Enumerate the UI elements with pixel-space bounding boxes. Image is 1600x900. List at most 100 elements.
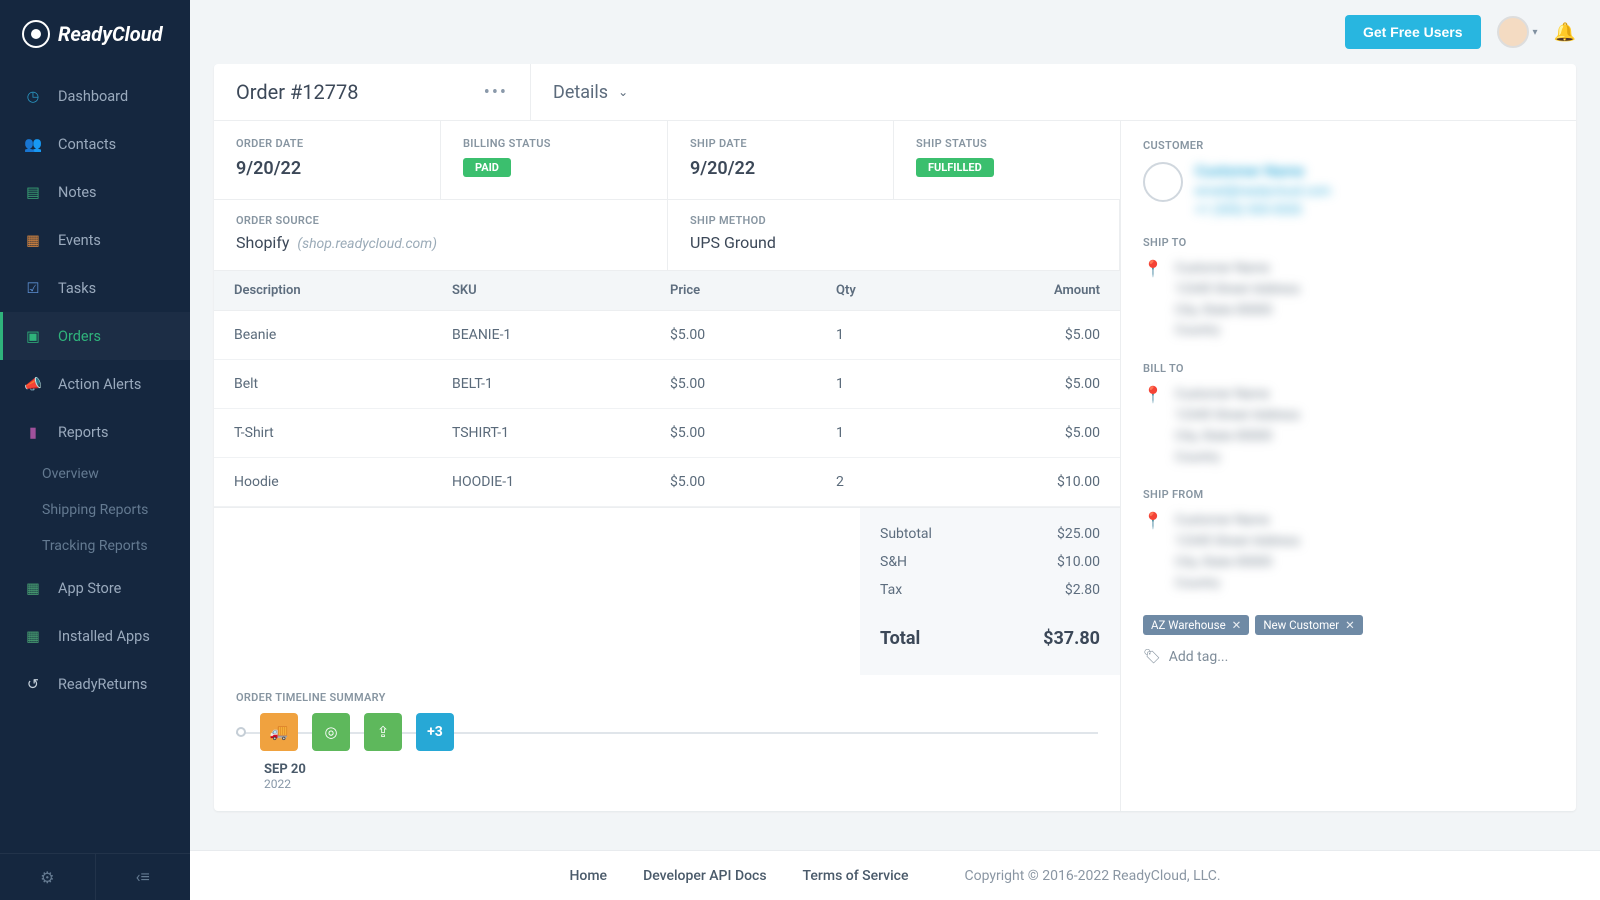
gauge-icon: ◷ — [24, 87, 42, 105]
cell-amount: $5.00 — [950, 360, 1120, 409]
customer-email[interactable]: email@readycloud.com — [1195, 184, 1554, 199]
avatar — [1497, 16, 1529, 48]
th-sku: SKU — [432, 271, 650, 311]
nav-dashboard[interactable]: ◷ Dashboard — [0, 72, 190, 120]
ship-date-value: 9/20/22 — [690, 158, 871, 179]
order-more-button[interactable]: ••• — [484, 82, 508, 103]
logo[interactable]: ReadyCloud — [0, 0, 190, 72]
truck-icon: 🚚 — [270, 723, 289, 741]
brand-text: ReadyCloud — [58, 22, 163, 46]
cell-sku: BELT-1 — [432, 360, 650, 409]
nav-contacts[interactable]: 👥 Contacts — [0, 120, 190, 168]
cell-price: $5.00 — [650, 360, 816, 409]
user-menu[interactable]: ▾ — [1497, 16, 1538, 48]
line-items-table: Description SKU Price Qty Amount Beanie … — [214, 271, 1120, 507]
customer-label: CUSTOMER — [1143, 139, 1554, 152]
footer: Home Developer API Docs Terms of Service… — [190, 850, 1600, 900]
cell-price: $5.00 — [650, 311, 816, 360]
nav-orders[interactable]: ▣ Orders — [0, 312, 190, 360]
th-description: Description — [214, 271, 432, 311]
cell-qty: 1 — [816, 409, 950, 458]
cell-desc: Beanie — [214, 311, 432, 360]
pin-icon: 📍 — [1143, 259, 1163, 342]
th-qty: Qty — [816, 271, 950, 311]
nav-action-alerts[interactable]: 📣 Action Alerts — [0, 360, 190, 408]
calendar-icon: ▦ — [24, 231, 42, 249]
timeline-payment-event[interactable]: ◎ — [312, 713, 350, 751]
customer-avatar — [1143, 162, 1183, 202]
shipto-address: Customer Name 12345 Street Address City,… — [1175, 259, 1300, 342]
pin-icon: 📍 — [1143, 385, 1163, 468]
clipboard-icon: ▤ — [24, 183, 42, 201]
timeline-more-events[interactable]: +3 — [416, 713, 454, 751]
timeline-delivery-event[interactable]: ⇪ — [364, 713, 402, 751]
nav-reports-overview[interactable]: Overview — [0, 456, 190, 492]
nav-notes[interactable]: ▤ Notes — [0, 168, 190, 216]
topbar: Get Free Users ▾ 🔔 — [190, 0, 1600, 64]
sidebar: ReadyCloud ◷ Dashboard 👥 Contacts ▤ Note… — [0, 0, 190, 900]
settings-button[interactable]: ⚙ — [0, 854, 95, 900]
tax-value: $2.80 — [1065, 582, 1100, 598]
cell-desc: Belt — [214, 360, 432, 409]
gear-icon: ⚙ — [40, 868, 54, 887]
grid-icon: ▦ — [24, 579, 42, 597]
notifications-button[interactable]: 🔔 — [1554, 22, 1576, 43]
tag-remove-button[interactable]: ✕ — [1345, 618, 1355, 632]
nav-tasks[interactable]: ☑ Tasks — [0, 264, 190, 312]
nav-readyreturns[interactable]: ↺ ReadyReturns — [0, 660, 190, 708]
cell-sku: TSHIRT-1 — [432, 409, 650, 458]
order-date-value: 9/20/22 — [236, 158, 418, 179]
sh-value: $10.00 — [1057, 554, 1100, 570]
nav-installed-apps[interactable]: ▦ Installed Apps — [0, 612, 190, 660]
customer-phone[interactable]: +1 (555) 555-5555 — [1195, 203, 1554, 218]
customer-name[interactable]: Customer Name — [1195, 162, 1554, 180]
cell-desc: T-Shirt — [214, 409, 432, 458]
shipfrom-address: Customer Name 12345 Street Address City,… — [1175, 511, 1300, 594]
total-value: $37.80 — [1043, 628, 1100, 649]
order-title: Order #12778 — [236, 80, 359, 104]
ship-method-value: UPS Ground — [690, 233, 1097, 252]
bell-icon: 🔔 — [1554, 22, 1576, 43]
pin-icon: 📍 — [1143, 511, 1163, 594]
footer-tos-link[interactable]: Terms of Service — [803, 868, 909, 884]
tag: AZ Warehouse✕ — [1143, 615, 1249, 635]
tag: New Customer✕ — [1255, 615, 1363, 635]
footer-home-link[interactable]: Home — [569, 868, 607, 884]
ellipsis-icon: ••• — [484, 82, 508, 103]
table-row: Beanie BEANIE-1 $5.00 1 $5.00 — [214, 311, 1120, 360]
nav-reports-tracking[interactable]: Tracking Reports — [0, 528, 190, 564]
collapse-sidebar-button[interactable]: ‹≡ — [95, 854, 191, 900]
th-price: Price — [650, 271, 816, 311]
package-icon: ⇪ — [377, 723, 390, 741]
ship-method-label: SHIP METHOD — [690, 214, 1097, 227]
nav-reports-shipping[interactable]: Shipping Reports — [0, 492, 190, 528]
ship-date-label: SHIP DATE — [690, 137, 871, 150]
cell-price: $5.00 — [650, 409, 816, 458]
footer-api-link[interactable]: Developer API Docs — [643, 868, 766, 884]
checklist-icon: ☑ — [24, 279, 42, 297]
timeline: ORDER TIMELINE SUMMARY 🚚 ◎ ⇪ +3 SEP 20 — [214, 675, 1120, 811]
timeline-label: ORDER TIMELINE SUMMARY — [236, 691, 1098, 704]
nav-app-store[interactable]: ▦ App Store — [0, 564, 190, 612]
timeline-node-icon — [236, 727, 246, 737]
add-tag-button[interactable]: 🏷 Add tag... — [1143, 649, 1554, 665]
table-row: Hoodie HOODIE-1 $5.00 2 $10.00 — [214, 458, 1120, 507]
nav-events[interactable]: ▦ Events — [0, 216, 190, 264]
cell-amount: $10.00 — [950, 458, 1120, 507]
nav: ◷ Dashboard 👥 Contacts ▤ Notes ▦ Events … — [0, 72, 190, 853]
billing-status-label: BILLING STATUS — [463, 137, 645, 150]
sidebar-bottom: ⚙ ‹≡ — [0, 853, 190, 900]
cell-qty: 1 — [816, 311, 950, 360]
view-dropdown[interactable]: Details ⌄ — [531, 64, 650, 120]
chevron-down-icon: ⌄ — [618, 85, 628, 99]
totals: Subtotal$25.00 S&H$10.00 Tax$2.80 Total$… — [860, 508, 1120, 675]
billto-label: BILL TO — [1143, 362, 1554, 375]
box-icon: ▣ — [24, 327, 42, 345]
billto-address: Customer Name 12345 Street Address City,… — [1175, 385, 1300, 468]
shipto-label: SHIP TO — [1143, 236, 1554, 249]
timeline-ship-event[interactable]: 🚚 — [260, 713, 298, 751]
nav-reports[interactable]: ▮ Reports — [0, 408, 190, 456]
get-free-users-button[interactable]: Get Free Users — [1345, 15, 1481, 49]
tag-remove-button[interactable]: ✕ — [1232, 618, 1242, 632]
grid-icon: ▦ — [24, 627, 42, 645]
